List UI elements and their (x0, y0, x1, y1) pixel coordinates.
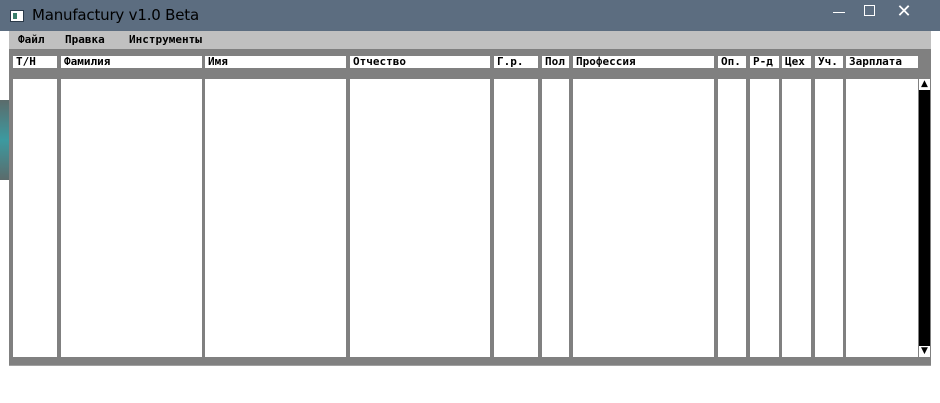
maximize-button[interactable] (853, 0, 887, 24)
menu-tools[interactable]: Инструменты (129, 33, 202, 46)
minimize-button[interactable] (822, 0, 856, 24)
column-profession[interactable] (573, 79, 714, 357)
column-patronymic[interactable] (350, 79, 490, 357)
window-title: Manufactury v1.0 Beta (32, 6, 199, 24)
column-rank[interactable] (750, 79, 779, 357)
column-op[interactable] (718, 79, 746, 357)
column-section[interactable] (815, 79, 843, 357)
column-header-birth-year[interactable]: Г.р. (494, 56, 538, 68)
title-bar[interactable]: Manufactury v1.0 Beta ✕ (0, 0, 940, 31)
column-surname[interactable] (61, 79, 202, 357)
column-header-workshop[interactable]: Цех (782, 56, 811, 68)
column-birth-year[interactable] (494, 79, 538, 357)
table-area: Т/Н Фамилия Имя Отчество Г.р. Пол Профес… (9, 49, 931, 365)
column-name[interactable] (205, 79, 346, 357)
column-header-gender[interactable]: Пол (542, 56, 569, 68)
column-workshop[interactable] (782, 79, 811, 357)
column-header-surname[interactable]: Фамилия (61, 56, 202, 68)
vertical-scrollbar[interactable]: ▲ ▼ (919, 79, 930, 357)
column-gender[interactable] (542, 79, 569, 357)
column-salary[interactable] (846, 79, 918, 357)
column-header-tab-number[interactable]: Т/Н (13, 56, 57, 68)
menu-file[interactable]: Файл (18, 33, 45, 46)
desktop-background (0, 100, 9, 180)
minimize-icon (833, 12, 845, 13)
app-window: Manufactury v1.0 Beta ✕ Файл Правка Инст… (0, 0, 940, 403)
column-header-rank[interactable]: Р-д (750, 56, 779, 68)
column-header-profession[interactable]: Профессия (573, 56, 714, 68)
column-header-salary[interactable]: Зарплата (846, 56, 918, 68)
close-button[interactable]: ✕ (887, 0, 921, 24)
table-header: Т/Н Фамилия Имя Отчество Г.р. Пол Профес… (9, 49, 931, 77)
scroll-up-icon[interactable]: ▲ (919, 79, 930, 90)
column-header-name[interactable]: Имя (205, 56, 346, 68)
column-header-patronymic[interactable]: Отчество (350, 56, 490, 68)
app-icon (10, 10, 24, 22)
maximize-icon (864, 5, 875, 16)
menu-bar: Файл Правка Инструменты (9, 31, 931, 49)
column-tab-number[interactable] (13, 79, 57, 357)
scroll-down-icon[interactable]: ▼ (919, 346, 930, 357)
status-bar (9, 365, 931, 401)
menu-edit[interactable]: Правка (65, 33, 105, 46)
column-header-section[interactable]: Уч. (815, 56, 843, 68)
column-header-op[interactable]: Оп. (718, 56, 746, 68)
